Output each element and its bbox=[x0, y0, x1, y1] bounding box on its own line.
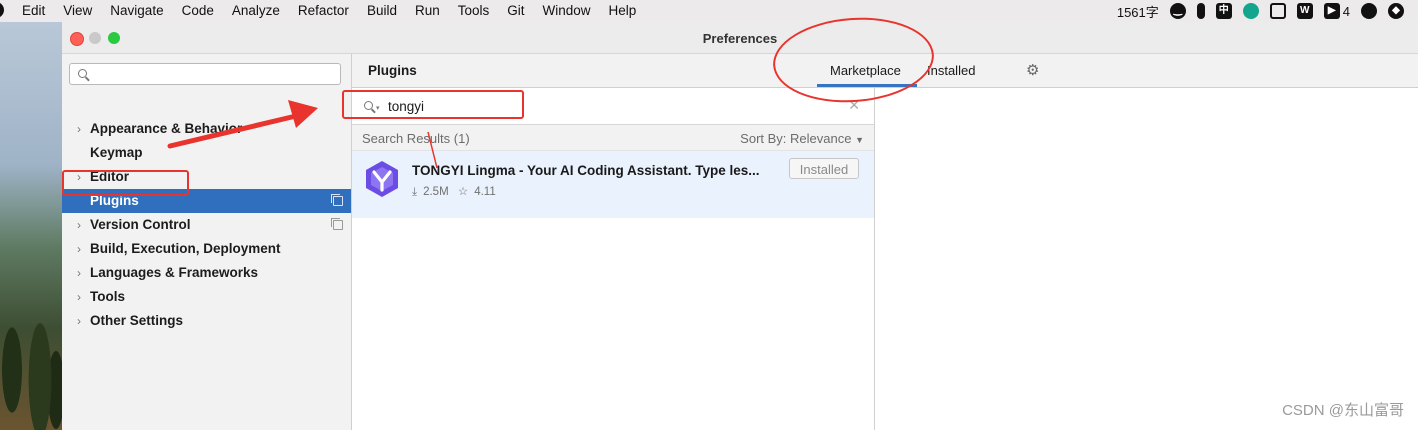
watermark: CSDN @东山富哥 bbox=[1282, 402, 1404, 419]
annotation-arrow-head bbox=[288, 100, 318, 128]
annotation-pointer-line bbox=[427, 131, 438, 169]
annotation-arrow-line bbox=[167, 113, 299, 149]
annotation-box-search bbox=[342, 90, 524, 119]
annotation-overlay bbox=[167, 100, 438, 169]
annotation-box-plugins bbox=[62, 170, 189, 196]
